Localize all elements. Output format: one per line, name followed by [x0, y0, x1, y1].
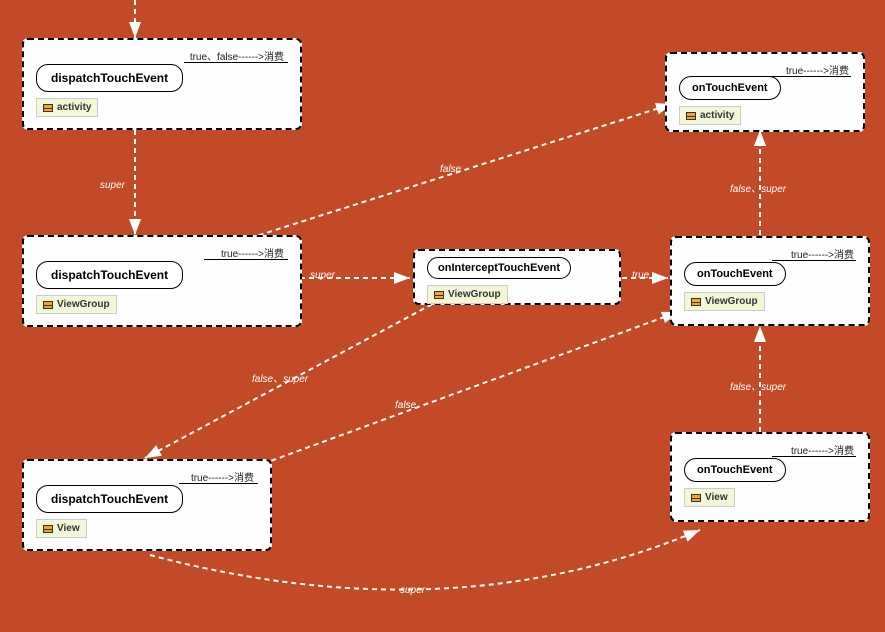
edge-label-false-super-2: false、super [730, 180, 786, 195]
node-title: onTouchEvent [684, 262, 786, 286]
node-view-ontouch: true------>消费 onTouchEvent View [670, 432, 870, 522]
edge-label-false-2: false [395, 400, 416, 411]
tag-icon [691, 494, 701, 502]
node-annot: true------>消费 [786, 62, 849, 77]
node-tag: activity [679, 106, 741, 125]
tag-icon [691, 298, 701, 306]
node-tag: View [684, 488, 735, 507]
node-tag: ViewGroup [684, 292, 765, 311]
node-title: onTouchEvent [684, 458, 786, 482]
node-annot: true、false------>消费 [190, 48, 284, 63]
node-annot: true------>消费 [221, 245, 284, 260]
tag-text: ViewGroup [57, 299, 110, 310]
tag-icon [434, 291, 444, 299]
node-viewgroup-dispatch: true------>消费 dispatchTouchEvent ViewGro… [22, 235, 302, 327]
node-annot: true------>消费 [791, 246, 854, 261]
edge-label-super-1: super [100, 180, 125, 191]
node-title: onInterceptTouchEvent [427, 257, 571, 279]
node-title: dispatchTouchEvent [36, 261, 183, 289]
node-activity-ontouch: true------>消费 onTouchEvent activity [665, 52, 865, 132]
edge-label-false-1: false [440, 164, 461, 175]
edge-label-false-super-3: false、super [730, 378, 786, 393]
tag-text: View [705, 492, 728, 503]
node-tag: ViewGroup [36, 295, 117, 314]
node-tag: ViewGroup [427, 285, 508, 304]
node-title: dispatchTouchEvent [36, 485, 183, 513]
node-tag: activity [36, 98, 98, 117]
tag-icon [686, 112, 696, 120]
tag-text: View [57, 523, 80, 534]
edge-label-false-super-1: false、super [252, 370, 308, 385]
tag-text: activity [57, 102, 91, 113]
tag-text: activity [700, 110, 734, 121]
node-viewgroup-ontouch: true------>消费 onTouchEvent ViewGroup [670, 236, 870, 326]
node-title: dispatchTouchEvent [36, 64, 183, 92]
node-annot: true------>消费 [791, 442, 854, 457]
tag-text: ViewGroup [448, 289, 501, 300]
node-title: onTouchEvent [679, 76, 781, 100]
tag-text: ViewGroup [705, 296, 758, 307]
node-viewgroup-intercept: onInterceptTouchEvent ViewGroup [413, 249, 621, 305]
node-tag: View [36, 519, 87, 538]
tag-icon [43, 525, 53, 533]
edge-label-super-2: super [310, 270, 335, 281]
tag-icon [43, 104, 53, 112]
tag-icon [43, 301, 53, 309]
edge-label-super-3: super [400, 585, 425, 596]
edge-label-true: true [632, 270, 649, 281]
node-view-dispatch: true------>消费 dispatchTouchEvent View [22, 459, 272, 551]
node-annot: true------>消费 [191, 469, 254, 484]
node-activity-dispatch: true、false------>消费 dispatchTouchEvent a… [22, 38, 302, 130]
